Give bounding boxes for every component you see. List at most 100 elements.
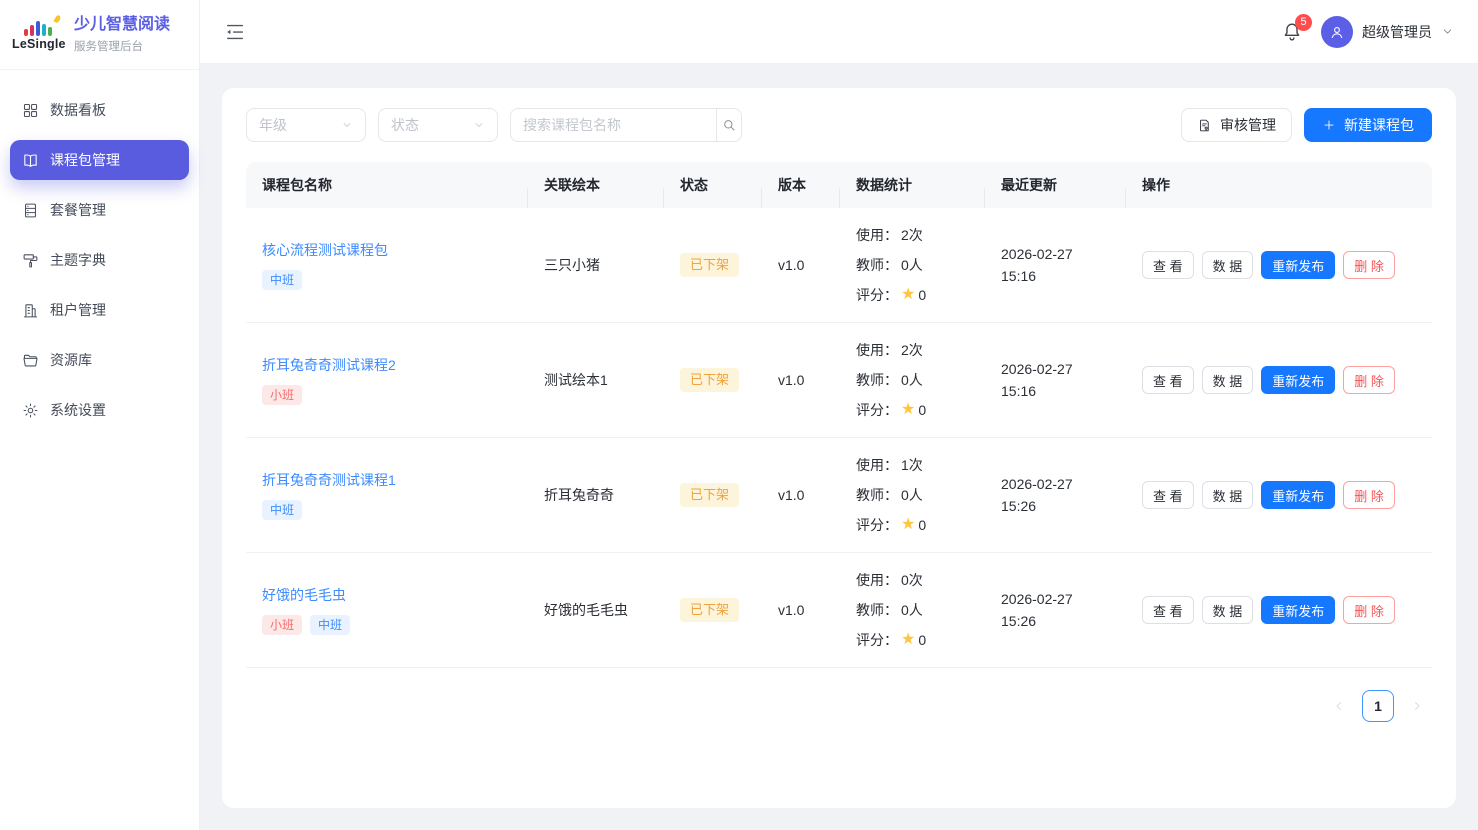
sidebar-item-label: 数据看板 [50,100,106,120]
lesingle-logo: LeSingle [12,19,64,51]
related-book: 好饿的毛毛虫 [528,600,664,620]
table-row: 好饿的毛毛虫 小班 中班 好饿的毛毛虫 已下架 v1.0 使用：0次 教师：0人… [246,553,1432,668]
view-button[interactable]: 查 看 [1142,596,1194,624]
data-button[interactable]: 数 据 [1202,481,1254,509]
table-row: 折耳兔奇奇测试课程1 中班 折耳兔奇奇 已下架 v1.0 使用：1次 教师：0人… [246,438,1432,553]
sidebar-item-resource-library[interactable]: 资源库 [10,340,189,380]
grade-filter-select[interactable]: 年级 [246,108,366,142]
course-package-table: 课程包名称 关联绘本 状态 版本 数据统计 最近更新 操作 核心流程测试课程包 … [246,162,1432,668]
page-1-button[interactable]: 1 [1362,690,1394,722]
main-area: 5 超级管理员 年级 状态 [200,0,1478,830]
delete-button[interactable]: 删 除 [1343,251,1395,279]
logo-wordmark: LeSingle [12,37,64,51]
sidebar: LeSingle 少儿智慧阅读 服务管理后台 数据看板 课程包管理 套餐管理 主… [0,0,200,830]
topbar: 5 超级管理员 [200,0,1478,64]
table-header: 课程包名称 关联绘本 状态 版本 数据统计 最近更新 操作 [246,162,1432,208]
sidebar-item-system-settings[interactable]: 系统设置 [10,390,189,430]
last-updated-cell: 2026-02-27 15:26 [985,588,1126,632]
column-header: 版本 [762,175,840,195]
user-menu[interactable]: 超级管理员 [1321,16,1454,48]
notification-count-badge: 5 [1295,14,1312,31]
star-icon: ★ [901,402,915,418]
user-name: 超级管理员 [1362,22,1432,42]
building-icon [22,302,39,319]
status-filter-select[interactable]: 状态 [378,108,498,142]
delete-button[interactable]: 删 除 [1343,366,1395,394]
table-row: 折耳兔奇奇测试课程2 小班 测试绘本1 已下架 v1.0 使用：2次 教师：0人… [246,323,1432,438]
open-book-icon [22,152,39,169]
sidebar-item-plans[interactable]: 套餐管理 [10,190,189,230]
search-icon [721,117,737,133]
view-button[interactable]: 查 看 [1142,366,1194,394]
view-button[interactable]: 查 看 [1142,481,1194,509]
notifications-button[interactable]: 5 [1281,21,1303,43]
prev-page-icon[interactable] [1332,699,1346,713]
audit-management-button[interactable]: 审核管理 [1181,108,1292,142]
column-header: 数据统计 [840,175,985,195]
sidebar-item-label: 套餐管理 [50,200,106,220]
sidebar-item-label: 租户管理 [50,300,106,320]
grade-filter-placeholder: 年级 [259,115,287,135]
database-icon [22,202,39,219]
create-course-package-button[interactable]: 新建课程包 [1304,108,1432,142]
logo-bars-icon [12,19,64,36]
view-button[interactable]: 查 看 [1142,251,1194,279]
course-package-card: 年级 状态 [222,88,1456,808]
status-filter-placeholder: 状态 [391,115,419,135]
sidebar-item-label: 资源库 [50,350,92,370]
course-package-link[interactable]: 折耳兔奇奇测试课程2 [262,355,396,375]
course-package-link[interactable]: 折耳兔奇奇测试课程1 [262,470,396,490]
course-package-link[interactable]: 核心流程测试课程包 [262,240,388,260]
sidebar-item-dashboard[interactable]: 数据看板 [10,90,189,130]
status-badge: 已下架 [680,253,739,277]
course-package-link[interactable]: 好饿的毛毛虫 [262,585,346,605]
search-input[interactable] [511,109,716,141]
pagination: 1 [246,690,1432,722]
sidebar-menu: 数据看板 课程包管理 套餐管理 主题字典 租户管理 资源库 系统设置 [0,70,199,450]
chevron-down-icon [473,119,485,131]
grade-tag: 中班 [262,270,302,290]
next-page-icon[interactable] [1410,699,1424,713]
last-updated-cell: 2026-02-27 15:26 [985,473,1126,517]
delete-button[interactable]: 删 除 [1343,596,1395,624]
search-box [510,108,742,142]
brand-block: LeSingle 少儿智慧阅读 服务管理后台 [0,0,199,70]
data-button[interactable]: 数 据 [1202,596,1254,624]
stats-cell: 使用：0次 教师：0人 评分：★0 [840,565,985,655]
delete-button[interactable]: 删 除 [1343,481,1395,509]
grade-tag: 中班 [262,500,302,520]
version: v1.0 [762,602,840,618]
column-header: 状态 [664,175,762,195]
version: v1.0 [762,372,840,388]
version: v1.0 [762,257,840,273]
sidebar-item-tenants[interactable]: 租户管理 [10,290,189,330]
star-icon: ★ [901,517,915,533]
plus-icon [1322,118,1336,132]
sidebar-item-course-packages[interactable]: 课程包管理 [10,140,189,180]
republish-button[interactable]: 重新发布 [1261,366,1335,394]
audit-icon [1197,118,1212,133]
chevron-down-icon [341,119,353,131]
user-icon [1328,23,1346,41]
menu-fold-icon[interactable] [224,21,246,43]
paint-roller-icon [22,252,39,269]
folder-icon [22,352,39,369]
star-icon: ★ [901,287,915,303]
related-book: 折耳兔奇奇 [528,485,664,505]
content-area: 年级 状态 [200,64,1478,830]
version: v1.0 [762,487,840,503]
republish-button[interactable]: 重新发布 [1261,251,1335,279]
sidebar-item-label: 课程包管理 [50,150,120,170]
sidebar-item-theme-dictionary[interactable]: 主题字典 [10,240,189,280]
stats-cell: 使用：1次 教师：0人 评分：★0 [840,450,985,540]
sidebar-item-label: 系统设置 [50,400,106,420]
data-button[interactable]: 数 据 [1202,251,1254,279]
related-book: 测试绘本1 [528,370,664,390]
search-button[interactable] [716,109,741,141]
republish-button[interactable]: 重新发布 [1261,596,1335,624]
data-button[interactable]: 数 据 [1202,366,1254,394]
stats-cell: 使用：2次 教师：0人 评分：★0 [840,335,985,425]
republish-button[interactable]: 重新发布 [1261,481,1335,509]
column-header: 关联绘本 [528,175,664,195]
avatar [1321,16,1353,48]
